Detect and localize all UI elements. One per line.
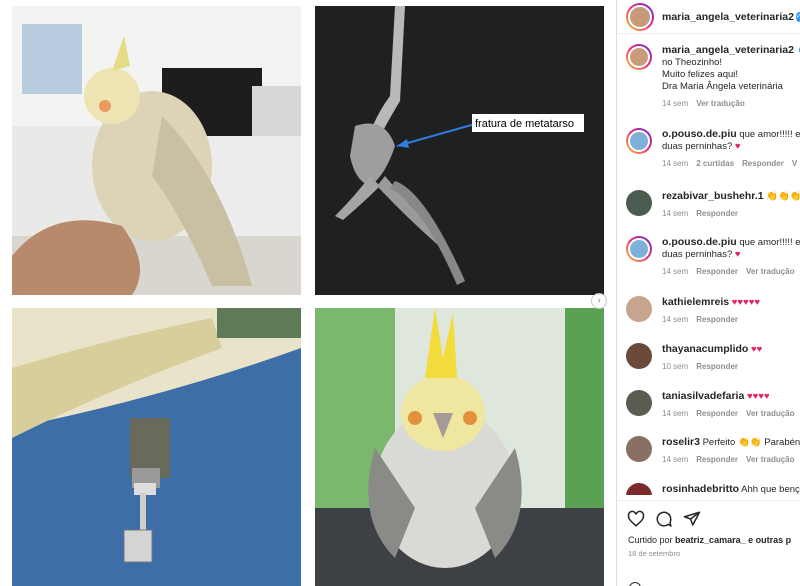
next-arrow-icon[interactable]: › bbox=[591, 293, 607, 309]
caption-line: Dra Maria Ângela veterinária bbox=[662, 81, 783, 92]
post-actions: Curtido por beatriz_camara_ e outras p 1… bbox=[617, 500, 800, 586]
heart-emoji: ♥ bbox=[734, 141, 741, 152]
comment-text: ♥♥ bbox=[751, 344, 763, 355]
reply-link[interactable]: Responder bbox=[696, 409, 738, 418]
post-header: maria_angela_veterinaria2 ✓ bbox=[617, 0, 800, 34]
comment-time: 10 sem bbox=[662, 362, 689, 371]
xray-image: fratura de metatarso bbox=[315, 6, 604, 295]
caption-line: no Theozinho! bbox=[662, 57, 723, 68]
xray-label: fratura de metatarso bbox=[475, 118, 574, 130]
comment-username[interactable]: kathielemreis bbox=[662, 296, 729, 308]
commenter-avatar[interactable] bbox=[626, 483, 652, 495]
translate-link[interactable]: V bbox=[792, 159, 797, 168]
comment-likes[interactable]: 2 curtidas bbox=[696, 159, 734, 168]
comment-time: 14 sem bbox=[662, 315, 689, 324]
comment-time: 14 sem bbox=[662, 159, 689, 168]
comment-text: ♥♥♥♥ bbox=[746, 391, 770, 402]
photo-bird-in-hand bbox=[12, 6, 301, 295]
comment-item: kathielemreis ♥♥♥♥♥ 14 sem Responder bbox=[626, 296, 800, 326]
author-avatar[interactable] bbox=[626, 44, 652, 70]
photo-bird-front bbox=[315, 308, 604, 586]
comment-item: roselir3 Perfeito 👏👏 Parabén 14 sem Respo… bbox=[626, 436, 800, 466]
commenter-avatar[interactable] bbox=[626, 190, 652, 216]
comment-text: 👏👏👏 bbox=[766, 191, 800, 202]
comment-username[interactable]: roselir3 bbox=[662, 436, 700, 448]
heart-emoji: ♥ bbox=[734, 249, 741, 260]
commenter-avatar[interactable] bbox=[626, 296, 652, 322]
comment-text: Ahh que bençã bbox=[741, 484, 800, 495]
comment-time: 14 sem bbox=[662, 209, 689, 218]
caption: maria_angela_veterinaria2 ✓ C no Theozin… bbox=[626, 44, 800, 110]
heart-icon[interactable] bbox=[627, 510, 645, 528]
comment-item: taniasilvadefaria ♥♥♥♥ 14 sem Responder Ve… bbox=[626, 390, 800, 420]
translate-link[interactable]: Ver tradução bbox=[746, 267, 794, 276]
comment-username[interactable]: taniasilvadefaria bbox=[662, 390, 744, 402]
commenter-avatar[interactable] bbox=[626, 390, 652, 416]
comment-text: que amor!!!!! e bbox=[739, 129, 800, 140]
translate-link[interactable]: Ver tradução bbox=[746, 409, 794, 418]
comment-item: o.pouso.de.piu que amor!!!!! e duas pern… bbox=[626, 236, 800, 278]
comment-item: thayanacumplido ♥♥ 10 sem Responder bbox=[626, 343, 800, 373]
comment-item: rezabivar_bushehr.1 👏👏👏 14 sem Responder bbox=[626, 190, 800, 220]
caption-username[interactable]: maria_angela_veterinaria2 bbox=[662, 44, 794, 56]
liked-by: Curtido por beatriz_camara_ e outras p bbox=[617, 535, 800, 545]
liked-by-prefix: Curtido por bbox=[628, 535, 673, 545]
caption-time: 14 sem bbox=[662, 99, 689, 108]
comment-text: duas perninhas? bbox=[662, 249, 733, 260]
verified-icon: ✓ bbox=[795, 11, 800, 22]
reply-link[interactable]: Responder bbox=[742, 159, 784, 168]
commenter-avatar[interactable] bbox=[626, 128, 652, 154]
comment-username[interactable]: rezabivar_bushehr.1 bbox=[662, 190, 764, 202]
comment-text: ♥♥♥♥♥ bbox=[731, 297, 760, 308]
author-username[interactable]: maria_angela_veterinaria2 bbox=[662, 11, 794, 23]
comments-panel: maria_angela_veterinaria2 ✓ maria_angela… bbox=[616, 0, 800, 586]
commenter-avatar[interactable] bbox=[626, 236, 652, 262]
liked-by-others[interactable]: e outras p bbox=[748, 535, 791, 545]
reply-link[interactable]: Responder bbox=[696, 455, 738, 464]
comment-item: o.pouso.de.piu que amor!!!!! e duas pern… bbox=[626, 128, 800, 170]
comment-time: 14 sem bbox=[662, 267, 689, 276]
commenter-avatar[interactable] bbox=[626, 343, 652, 369]
translate-link[interactable]: Ver tradução bbox=[746, 455, 794, 464]
comment-time: 14 sem bbox=[662, 455, 689, 464]
post-date: 18 de setembro bbox=[628, 549, 681, 558]
comment-list[interactable]: maria_angela_veterinaria2 ✓ C no Theozin… bbox=[617, 40, 800, 495]
comment-icon[interactable] bbox=[655, 510, 673, 528]
liked-by-user[interactable]: beatriz_camara_ bbox=[675, 535, 746, 545]
commenter-avatar[interactable] bbox=[626, 436, 652, 462]
reply-link[interactable]: Responder bbox=[696, 362, 738, 371]
comment-item: rosinhadebritto Ahh que bençã bbox=[626, 483, 800, 495]
comment-text: que amor!!!!! e bbox=[739, 237, 800, 248]
translate-link[interactable]: Ver tradução bbox=[696, 99, 744, 108]
comment-text: duas perninhas? bbox=[662, 141, 733, 152]
reply-link[interactable]: Responder bbox=[696, 267, 738, 276]
reply-link[interactable]: Responder bbox=[696, 209, 738, 218]
comment-username[interactable]: thayanacumplido bbox=[662, 343, 748, 355]
comment-text: Perfeito 👏👏 Parabén bbox=[702, 437, 800, 448]
comment-username[interactable]: o.pouso.de.piu bbox=[662, 236, 737, 248]
share-icon[interactable] bbox=[683, 510, 701, 528]
photo-leg-splint bbox=[12, 308, 301, 586]
comment-time: 14 sem bbox=[662, 409, 689, 418]
post-media[interactable]: fratura de metatarso › bbox=[0, 0, 616, 586]
reply-link[interactable]: Responder bbox=[696, 315, 738, 324]
comment-username[interactable]: o.pouso.de.piu bbox=[662, 128, 737, 140]
comment-username[interactable]: rosinhadebritto bbox=[662, 483, 739, 495]
caption-line: Muito felizes aqui! bbox=[662, 69, 739, 80]
author-avatar[interactable] bbox=[626, 2, 654, 31]
